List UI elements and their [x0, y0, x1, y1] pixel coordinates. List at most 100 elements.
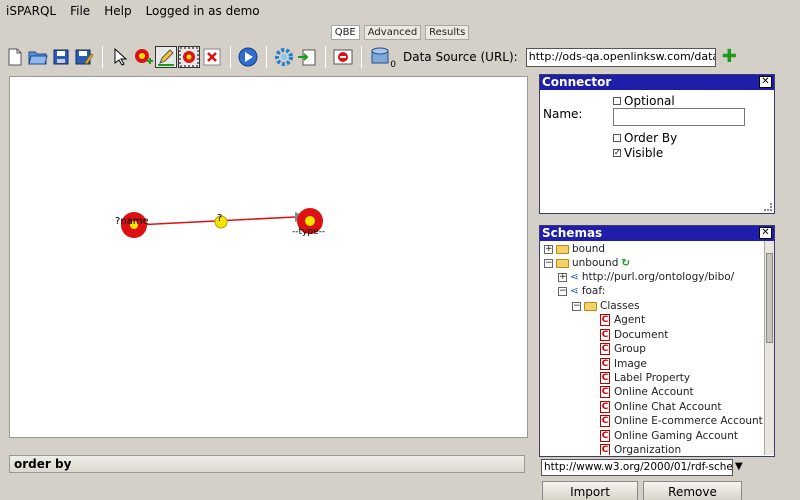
resize-grip-icon[interactable]: [764, 203, 772, 211]
class-icon: C: [600, 372, 610, 384]
connector-title: Connector: [542, 75, 612, 89]
add-edge-button[interactable]: [155, 46, 177, 68]
tree-label: Agent: [614, 314, 646, 326]
scrollbar-thumb[interactable]: [766, 253, 773, 343]
schemas-header: Schemas ✕: [540, 226, 774, 241]
add-node-button[interactable]: [132, 46, 154, 68]
save-button[interactable]: [50, 46, 72, 68]
refresh-icon[interactable]: ↻: [621, 257, 630, 269]
add-datasource-icon[interactable]: ✚: [722, 48, 737, 66]
settings-button[interactable]: [273, 46, 295, 68]
tree-node-foaf[interactable]: − ⋖ foaf:: [558, 284, 605, 298]
folder-icon: [584, 301, 597, 311]
tree-class-item[interactable]: C Online Account: [600, 385, 694, 399]
order-by-bar[interactable]: order by: [9, 455, 525, 473]
collapse-icon[interactable]: −: [558, 286, 567, 296]
folder-icon: [556, 244, 569, 254]
datasource-url-input[interactable]: http://ods-qa.openlinksw.com/datasp: [525, 47, 716, 67]
tree-node-bibo[interactable]: + ⋖ http://purl.org/ontology/bibo/: [558, 270, 734, 284]
tree-class-item[interactable]: C Document: [600, 328, 668, 342]
order-by-checkbox[interactable]: [613, 134, 621, 142]
delete-button[interactable]: [201, 46, 223, 68]
pencil-icon: [158, 49, 174, 66]
toolbar-separator: [102, 46, 103, 68]
tree-class-item[interactable]: C Online Chat Account: [600, 400, 721, 414]
tree-class-item[interactable]: C Online E-commerce Account: [600, 414, 763, 428]
tree-class-item[interactable]: C Agent: [600, 313, 645, 327]
datasource-count: 0: [390, 60, 396, 70]
close-icon[interactable]: ✕: [759, 76, 772, 88]
class-icon: C: [600, 386, 610, 398]
tree-class-item[interactable]: C Group: [600, 342, 646, 356]
view-tabs: QBE Advanced Results: [0, 25, 800, 41]
schema-tree: + bound − unbound ↻ + ⋖ http://purl.org/…: [540, 241, 765, 455]
select-tool-button[interactable]: [109, 46, 131, 68]
gear-icon: [275, 48, 293, 66]
import-icon: [298, 49, 316, 66]
folder-icon: [556, 258, 569, 268]
toolbar-separator: [266, 46, 267, 68]
save-as-button[interactable]: [73, 46, 95, 68]
expand-icon[interactable]: +: [558, 272, 567, 282]
menu-help[interactable]: Help: [104, 4, 131, 18]
tree-label: http://purl.org/ontology/bibo/: [581, 271, 735, 283]
import-button[interactable]: [296, 46, 318, 68]
tree-node-unbound[interactable]: − unbound ↻: [544, 256, 630, 270]
clear-button[interactable]: [332, 46, 354, 68]
ontology-icon: ⋖: [570, 285, 579, 297]
open-folder-icon: [28, 51, 48, 65]
class-icon: C: [600, 444, 610, 455]
connector-name-input[interactable]: [613, 108, 745, 126]
order-by-row[interactable]: Order By: [613, 131, 677, 145]
datasource-button[interactable]: 0: [368, 46, 396, 70]
open-button[interactable]: [27, 46, 49, 68]
tab-advanced[interactable]: Advanced: [363, 25, 422, 40]
expand-icon[interactable]: +: [544, 244, 553, 254]
tree-node-bound[interactable]: + bound: [544, 242, 605, 256]
schemas-title: Schemas: [542, 226, 603, 240]
query-canvas[interactable]: ?name ? --type--: [9, 76, 528, 438]
tree-label: Online Account: [614, 386, 694, 398]
optional-row[interactable]: Optional: [613, 94, 675, 108]
visible-checkbox[interactable]: ✓: [613, 149, 621, 157]
optional-checkbox[interactable]: [613, 97, 621, 105]
chevron-down-icon[interactable]: ▼: [735, 461, 743, 472]
close-icon[interactable]: ✕: [759, 227, 772, 239]
new-document-icon: [8, 48, 22, 66]
toolbar-separator: [361, 46, 362, 68]
collapse-icon[interactable]: −: [544, 258, 553, 268]
tree-node-classes[interactable]: − Classes: [572, 299, 640, 313]
tree-class-item[interactable]: C Image: [600, 357, 647, 371]
visible-row[interactable]: ✓ Visible: [613, 146, 663, 160]
new-query-button[interactable]: [4, 46, 26, 68]
remove-schema-button[interactable]: Remove: [643, 481, 742, 500]
tree-class-item[interactable]: C Online Gaming Account: [600, 429, 738, 443]
tree-label: bound: [572, 243, 606, 255]
tree-class-item[interactable]: C Organization: [600, 443, 681, 455]
run-query-button[interactable]: [237, 46, 259, 68]
tree-label: Online Gaming Account: [614, 430, 738, 442]
class-icon: C: [600, 401, 610, 413]
tree-label: Online Chat Account: [614, 401, 722, 413]
tree-label: Group: [614, 343, 646, 355]
class-icon: C: [600, 358, 610, 370]
menu-bar: iSPARQL File Help Logged in as demo: [0, 0, 800, 22]
tab-results[interactable]: Results: [425, 25, 470, 40]
tree-class-item[interactable]: C Label Property: [600, 371, 690, 385]
clear-icon: [333, 49, 353, 65]
collapse-icon[interactable]: −: [572, 301, 581, 311]
optional-label: Optional: [624, 94, 675, 108]
node-subject-label[interactable]: ?name: [115, 216, 149, 227]
tree-label: Label Property: [614, 372, 691, 384]
tree-label: unbound: [572, 257, 619, 269]
node-object-label[interactable]: --type--: [292, 227, 325, 237]
edge-predicate-label[interactable]: ?: [217, 213, 222, 224]
schema-scrollbar[interactable]: [764, 241, 774, 455]
toolbar-separator: [230, 46, 231, 68]
menu-file[interactable]: File: [70, 4, 90, 18]
tab-qbe[interactable]: QBE: [330, 25, 360, 40]
class-icon: C: [600, 329, 610, 341]
schema-url-select[interactable]: http://www.w3.org/2000/01/rdf-schem: [541, 459, 733, 476]
import-schema-button[interactable]: Import: [542, 481, 638, 500]
group-nodes-button[interactable]: [178, 46, 200, 68]
